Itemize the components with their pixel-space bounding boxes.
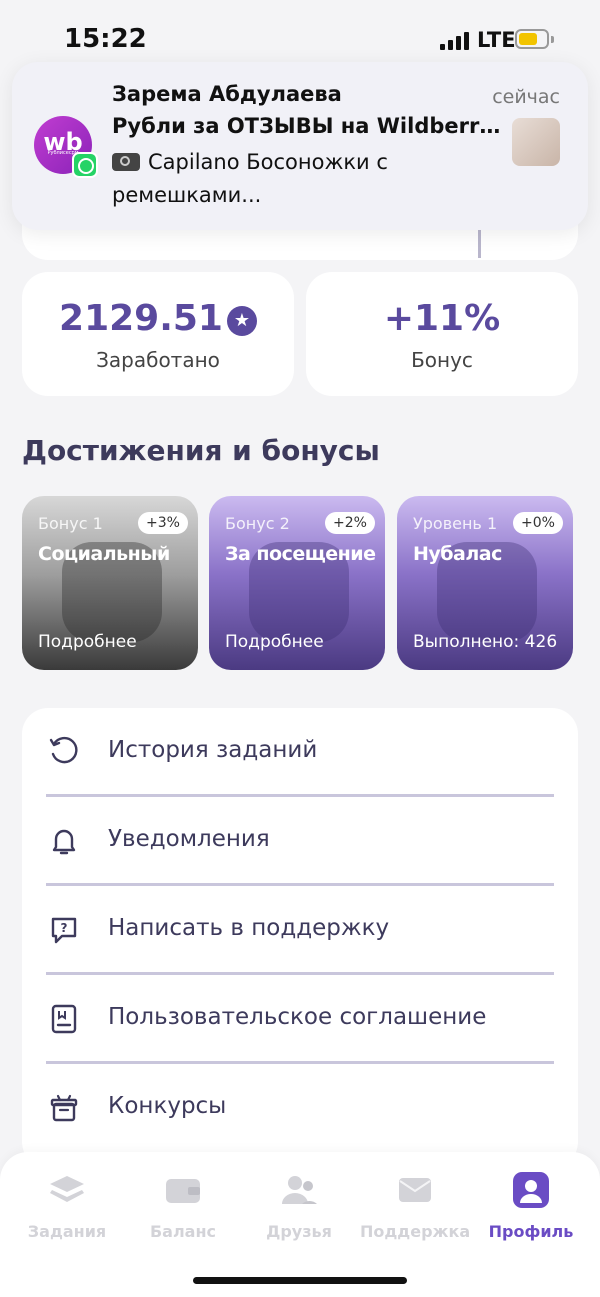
menu-item-label: Конкурсы — [108, 1093, 227, 1119]
whatsapp-icon — [72, 152, 98, 178]
achievement-card-level[interactable]: Уровень 1 +0% Нубалас Выполнено: 426 — [397, 496, 573, 670]
earned-value-row: 2129.51 ★ — [22, 298, 294, 340]
battery-icon — [515, 29, 554, 49]
tab-support[interactable]: Поддержка — [360, 1172, 470, 1241]
tab-balance[interactable]: Баланс — [128, 1172, 238, 1241]
achievement-card-visit[interactable]: Бонус 2 +2% За посещение Подробнее — [209, 496, 385, 670]
notification-banner[interactable]: wb Рублисесрм Зарема Абдулаева сейчас Ру… — [12, 62, 588, 230]
menu-item-notifications[interactable]: Уведомления — [22, 797, 578, 886]
achievement-name: Социальный — [38, 543, 170, 565]
menu-item-user-agreement[interactable]: Пользовательское соглашение — [22, 975, 578, 1064]
achievements-title: Достижения и бонусы — [22, 434, 380, 467]
menu-item-support[interactable]: ? Написать в поддержку — [22, 886, 578, 975]
achievement-details-link[interactable]: Подробнее — [225, 632, 324, 652]
profile-icon — [513, 1172, 549, 1208]
status-bar: 15:22 LTE — [0, 0, 600, 70]
layers-icon — [50, 1176, 84, 1202]
earned-value: 2129.51 — [59, 298, 223, 339]
status-time: 15:22 — [64, 24, 147, 54]
notification-body-text: Capilano Босоножки с ремешками... — [112, 150, 388, 207]
menu-item-task-history[interactable]: История заданий — [22, 708, 578, 797]
tab-label: Баланс — [149, 1222, 217, 1241]
mail-icon — [399, 1178, 431, 1202]
tab-label: Задания — [27, 1222, 107, 1241]
bonus-card: +11% Бонус — [306, 272, 578, 396]
menu-item-label: Уведомления — [108, 826, 270, 852]
bonus-label: Бонус — [411, 348, 473, 372]
achievement-kind: Бонус 2 — [225, 514, 290, 533]
tab-label: Поддержка — [360, 1222, 471, 1241]
notification-time: сейчас — [492, 86, 560, 108]
star-icon: ★ — [226, 306, 257, 336]
notification-thumbnail — [512, 118, 560, 166]
wallet-icon — [166, 1179, 200, 1203]
friends-icon — [282, 1176, 317, 1204]
tab-tasks[interactable]: Задания — [12, 1172, 122, 1241]
bell-icon — [52, 829, 76, 855]
history-icon — [49, 736, 78, 764]
svg-text:?: ? — [61, 921, 68, 935]
help-chat-icon: ? — [51, 917, 77, 944]
bonus-value: +11% — [383, 298, 501, 339]
achievement-badge: +3% — [138, 512, 188, 534]
earned-label: Заработано — [96, 348, 220, 372]
tab-friends[interactable]: Друзья — [244, 1172, 354, 1241]
camera-icon — [112, 153, 140, 171]
menu-item-contests[interactable]: Конкурсы — [22, 1064, 578, 1153]
achievement-card-social[interactable]: Бонус 1 +3% Социальный Подробнее — [22, 496, 198, 670]
menu-item-label: История заданий — [108, 737, 318, 763]
achievement-badge: +2% — [325, 512, 375, 534]
achievement-details-link[interactable]: Подробнее — [38, 632, 137, 652]
home-indicator[interactable] — [193, 1277, 407, 1284]
tab-label: Профиль — [488, 1222, 574, 1241]
notification-sender: Зарема Абдулаева — [112, 82, 342, 106]
achievement-kind: Уровень 1 — [413, 514, 498, 533]
tab-label: Друзья — [266, 1222, 332, 1241]
gift-icon — [50, 1094, 78, 1122]
achievement-badge: +0% — [513, 512, 563, 534]
achievement-name: Нубалас — [413, 543, 502, 565]
notification-title: Рубли за ОТЗЫВЫ на Wildberrie... — [112, 114, 502, 138]
signal-icon — [440, 30, 470, 50]
menu-item-label: Пользовательское соглашение — [108, 1004, 487, 1030]
network-type: LTE — [477, 28, 516, 52]
earned-card: 2129.51 ★ Заработано — [22, 272, 294, 396]
menu-item-label: Написать в поддержку — [108, 915, 390, 941]
document-icon — [51, 1004, 77, 1034]
achievement-name: За посещение — [225, 543, 376, 565]
achievement-progress: Выполнено: 426 — [413, 632, 558, 652]
achievement-kind: Бонус 1 — [38, 514, 103, 533]
tab-profile[interactable]: Профиль — [476, 1172, 586, 1241]
bottom-tab-bar: Задания Баланс Друзья Поддержка Профиль — [0, 1152, 600, 1297]
profile-menu: История заданий Уведомления ? Написать в… — [22, 708, 578, 1168]
notification-body: Capilano Босоножки с ремешками... — [112, 146, 492, 212]
